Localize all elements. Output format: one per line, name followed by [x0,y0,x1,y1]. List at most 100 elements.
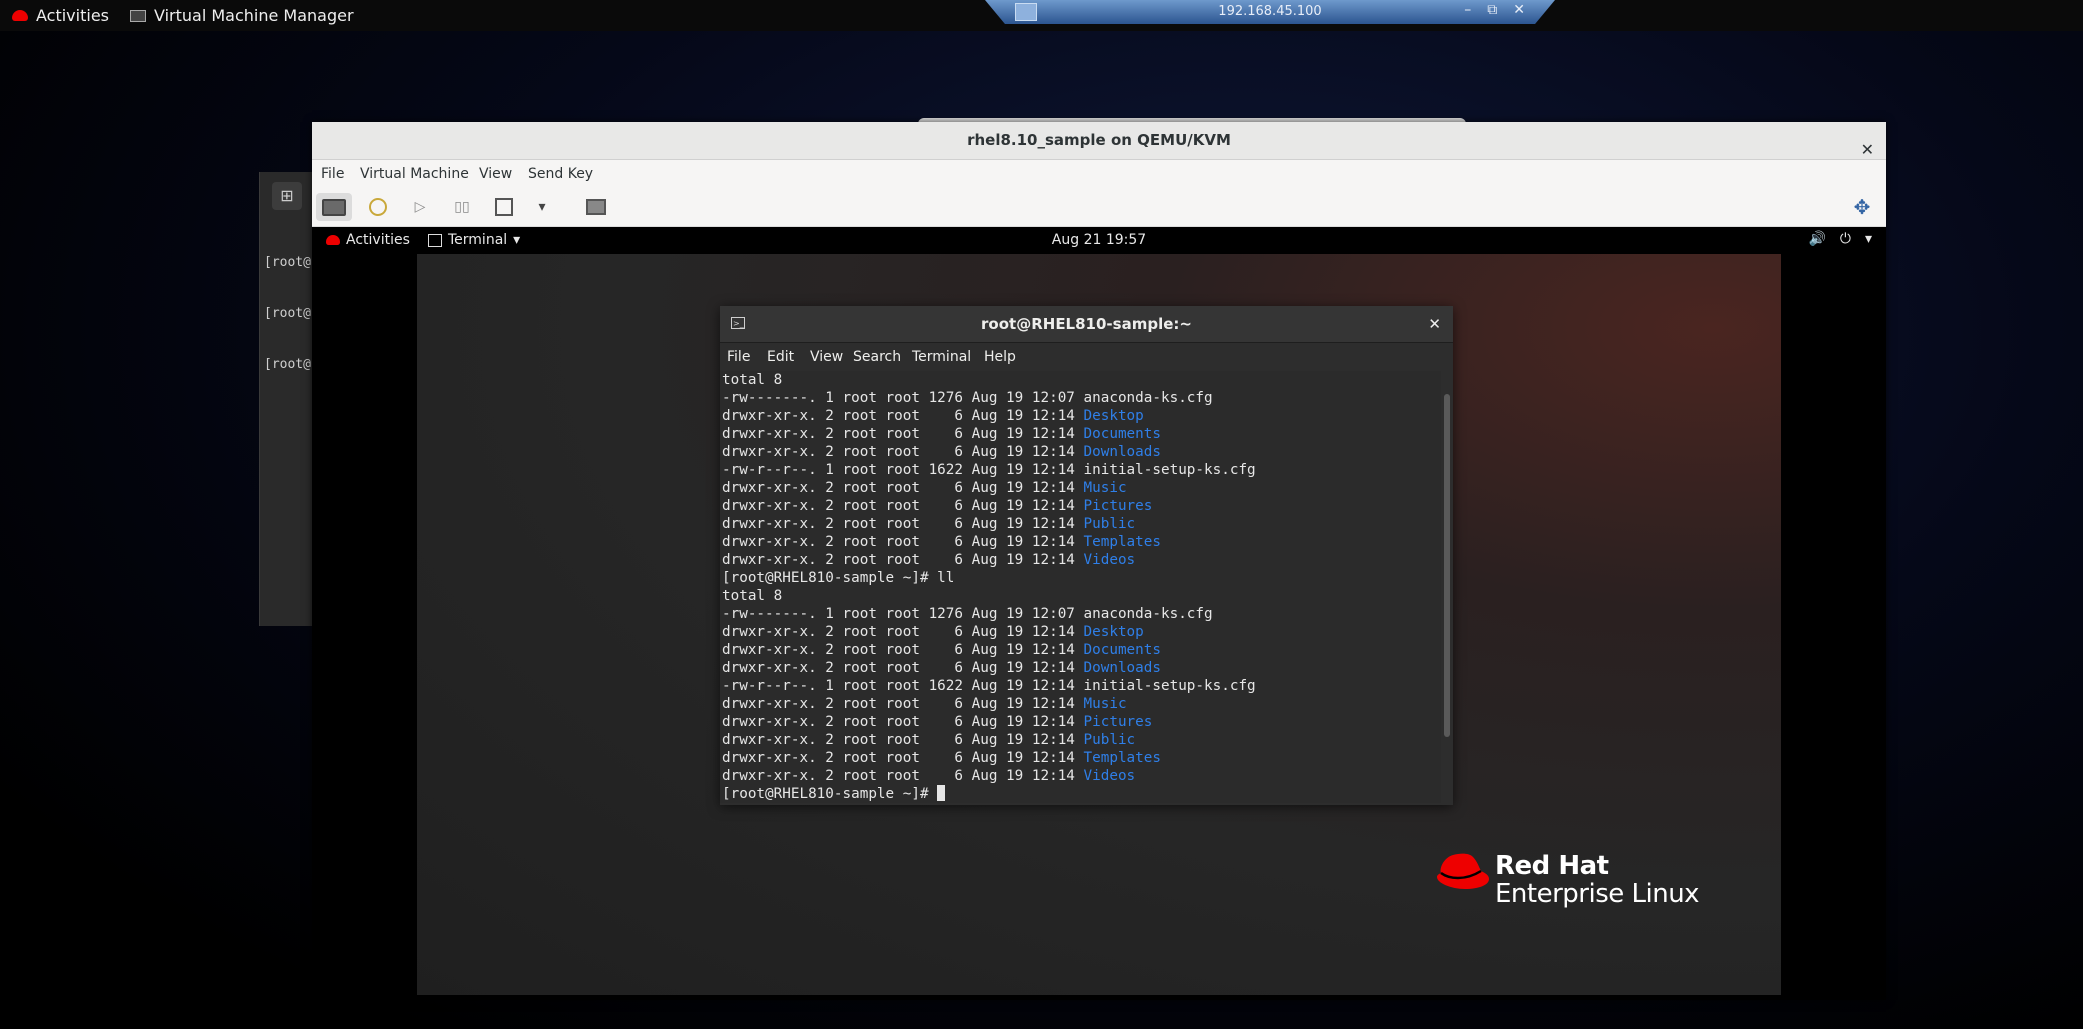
play-icon: ▷ [414,199,426,215]
directory-name: Desktop [1083,408,1144,424]
vm-menu-send-key[interactable]: Send Key [528,166,593,182]
terminal-scrollbar[interactable] [1444,394,1450,737]
snapshots-icon [586,199,606,215]
entry-meta: drwxr-xr-x. 2 root root 6 Aug 19 12:14 [722,714,1084,730]
power-box-icon [495,198,513,216]
terminal-title: root@RHEL810-sample:~ [981,315,1192,333]
directory-name: Music [1083,696,1127,712]
directory-name: Templates [1083,750,1161,766]
host-app-menu[interactable]: Virtual Machine Manager [130,6,354,25]
entry-meta: drwxr-xr-x. 2 root root 6 Aug 19 12:14 [722,408,1084,424]
listing-entry: drwxr-xr-x. 2 root root 6 Aug 19 12:14 P… [722,497,1441,515]
entry-meta: -rw-------. 1 root root 1276 Aug 19 12:0… [722,606,1084,622]
terminal-icon [428,233,442,247]
snapshots-button[interactable] [578,193,614,221]
guest-clock[interactable]: Aug 21 19:57 [312,232,1886,248]
terminal-menu-edit[interactable]: Edit [767,349,794,365]
directory-name: Public [1083,516,1136,532]
terminal-icon: >_ [731,317,745,329]
remote-connection-bar[interactable]: 192.168.45.100 – ⧉ ✕ [985,0,1555,24]
guest-app-menu[interactable]: Terminal ▾ [428,232,520,248]
listing-entry: -rw-------. 1 root root 1276 Aug 19 12:0… [722,605,1441,623]
entry-meta: drwxr-xr-x. 2 root root 6 Aug 19 12:14 [722,696,1084,712]
entry-meta: drwxr-xr-x. 2 root root 6 Aug 19 12:14 [722,660,1084,676]
directory-name: Downloads [1083,444,1161,460]
redhat-logo-icon [1437,853,1489,889]
vm-menu-view[interactable]: View [479,166,512,182]
shutdown-button[interactable] [486,193,522,221]
directory-name: Videos [1083,768,1136,784]
directory-name: Documents [1083,642,1161,658]
listing-total-line: total 8 [722,372,783,388]
fullscreen-button[interactable]: ✥ [1844,193,1880,221]
terminal-titlebar[interactable]: >_ root@RHEL810-sample:~ ✕ [720,306,1453,343]
entry-meta: drwxr-xr-x. 2 root root 6 Aug 19 12:14 [722,552,1084,568]
volume-icon: 🔊 [1808,231,1826,247]
terminal-menu-view[interactable]: View [810,349,843,365]
shell-prompt[interactable]: [root@RHEL810-sample ~]# [722,785,1441,803]
vm-toolbar: ▷ ▯▯ ▾ ✥ [312,188,1886,227]
vm-window-titlebar[interactable]: rhel8.10_sample on QEMU/KVM ✕ [312,122,1886,160]
redhat-enterprise-linux-logo: Red Hat Enterprise Linux [1435,847,1715,913]
pause-button[interactable]: ▯▯ [444,193,480,221]
listing-entry: drwxr-xr-x. 2 root root 6 Aug 19 12:14 D… [722,407,1441,425]
entry-meta: drwxr-xr-x. 2 root root 6 Aug 19 12:14 [722,642,1084,658]
host-activities-button[interactable]: Activities [12,6,109,25]
new-tab-icon[interactable]: ⊞ [272,182,302,210]
entry-meta: -rw-r--r--. 1 root root 1622 Aug 19 12:1… [722,678,1084,694]
remote-minimize-button[interactable]: – [1464,2,1471,18]
entry-meta: drwxr-xr-x. 2 root root 6 Aug 19 12:14 [722,498,1084,514]
guest-app-name: Terminal [448,232,508,248]
listing-entry: drwxr-xr-x. 2 root root 6 Aug 19 12:14 D… [722,641,1441,659]
directory-name: Documents [1083,426,1161,442]
run-button[interactable]: ▷ [402,193,438,221]
guest-top-bar: Activities Terminal ▾ Aug 21 19:57 🔊 ⏻ ▾ [312,227,1886,254]
remote-close-button[interactable]: ✕ [1513,2,1525,18]
show-details-button[interactable] [360,193,396,221]
file-name: anaconda-ks.cfg [1083,390,1213,406]
fullscreen-icon: ✥ [1853,195,1871,219]
entry-meta: drwxr-xr-x. 2 root root 6 Aug 19 12:14 [722,624,1084,640]
chevron-down-icon: ▾ [1864,231,1872,247]
background-window[interactable]: ⊞ [root@ [root@ [root@ [259,172,314,626]
vm-window-title: rhel8.10_sample on QEMU/KVM [967,131,1231,149]
remote-restore-button[interactable]: ⧉ [1487,2,1497,18]
vm-menu-file[interactable]: File [321,166,344,182]
logo-line1: Red Hat [1495,851,1609,881]
listing-entry: drwxr-xr-x. 2 root root 6 Aug 19 12:14 D… [722,425,1441,443]
listing-entry: -rw-------. 1 root root 1276 Aug 19 12:0… [722,389,1441,407]
listing-entry: drwxr-xr-x. 2 root root 6 Aug 19 12:14 T… [722,533,1441,551]
entry-meta: drwxr-xr-x. 2 root root 6 Aug 19 12:14 [722,768,1084,784]
file-name: initial-setup-ks.cfg [1083,462,1256,478]
terminal-menu-file[interactable]: File [727,349,750,365]
listing-entry: drwxr-xr-x. 2 root root 6 Aug 19 12:14 T… [722,749,1441,767]
entry-meta: drwxr-xr-x. 2 root root 6 Aug 19 12:14 [722,534,1084,550]
redhat-icon [326,235,340,245]
terminal-menu-terminal[interactable]: Terminal [912,349,971,365]
terminal-menu-search[interactable]: Search [853,349,901,365]
directory-name: Templates [1083,534,1161,550]
entry-meta: drwxr-xr-x. 2 root root 6 Aug 19 12:14 [722,516,1084,532]
shutdown-menu-button[interactable]: ▾ [524,193,560,221]
guest-activities-button[interactable]: Activities [326,232,410,248]
entry-meta: drwxr-xr-x. 2 root root 6 Aug 19 12:14 [722,732,1084,748]
entry-meta: drwxr-xr-x. 2 root root 6 Aug 19 12:14 [722,426,1084,442]
listing-entry: drwxr-xr-x. 2 root root 6 Aug 19 12:14 M… [722,695,1441,713]
vm-menu-virtual-machine[interactable]: Virtual Machine [360,166,469,182]
lightbulb-icon [369,198,387,216]
directory-name: Public [1083,732,1136,748]
listing-entry: drwxr-xr-x. 2 root root 6 Aug 19 12:14 P… [722,713,1441,731]
guest-status-menu[interactable]: 🔊 ⏻ ▾ [1808,231,1872,247]
listing-entry: drwxr-xr-x. 2 root root 6 Aug 19 12:14 P… [722,515,1441,533]
directory-name: Music [1083,480,1127,496]
entry-meta: drwxr-xr-x. 2 root root 6 Aug 19 12:14 [722,750,1084,766]
terminal-menu-help[interactable]: Help [984,349,1016,365]
guest-activities-label: Activities [346,232,410,248]
terminal-output[interactable]: total 8 -rw-------. 1 root root 1276 Aug … [720,371,1441,803]
vm-menubar: File Virtual Machine View Send Key [312,160,1886,188]
listing-entry: drwxr-xr-x. 2 root root 6 Aug 19 12:14 D… [722,623,1441,641]
terminal-close-button[interactable]: ✕ [1428,306,1441,342]
listing-entry: drwxr-xr-x. 2 root root 6 Aug 19 12:14 M… [722,479,1441,497]
terminal-window[interactable]: >_ root@RHEL810-sample:~ ✕ File Edit Vie… [720,306,1453,805]
show-console-button[interactable] [316,193,352,221]
